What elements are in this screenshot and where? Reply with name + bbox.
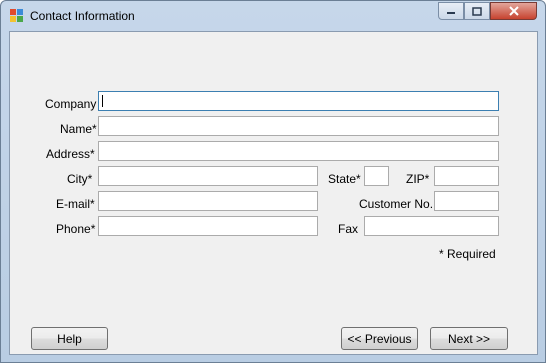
phone-input[interactable] <box>98 216 318 236</box>
text-caret <box>102 95 103 107</box>
title-bar[interactable]: Contact Information <box>1 1 545 32</box>
company-input[interactable] <box>98 91 499 111</box>
phone-label: Phone* <box>56 222 96 236</box>
name-label: Name* <box>60 122 97 136</box>
state-input[interactable] <box>364 166 389 186</box>
zip-input[interactable] <box>434 166 499 186</box>
email-input[interactable] <box>98 191 318 211</box>
maximize-button[interactable] <box>464 2 490 20</box>
fax-input[interactable] <box>364 216 499 236</box>
fax-label: Fax <box>338 222 359 236</box>
close-icon <box>508 6 519 16</box>
minimize-button[interactable] <box>438 2 464 20</box>
customer-no-input[interactable] <box>434 191 499 211</box>
app-icon <box>10 9 23 22</box>
close-button[interactable] <box>490 2 537 20</box>
customer-no-label: Customer No. <box>359 197 434 211</box>
email-label: E-mail* <box>56 197 95 211</box>
previous-button[interactable]: << Previous <box>341 327 418 350</box>
contact-information-window: Contact Information Company Name* Addres… <box>0 0 546 363</box>
maximize-icon <box>472 6 482 16</box>
company-label: Company <box>45 97 97 111</box>
name-input[interactable] <box>98 116 499 136</box>
zip-label: ZIP* <box>406 172 430 186</box>
city-input[interactable] <box>98 166 318 186</box>
city-label: City* <box>67 172 93 186</box>
help-button[interactable]: Help <box>31 327 108 350</box>
next-button[interactable]: Next >> <box>430 327 508 350</box>
address-input[interactable] <box>98 141 499 161</box>
minimize-icon <box>447 12 455 14</box>
window-title: Contact Information <box>30 9 135 23</box>
state-label: State* <box>328 172 361 186</box>
required-note: * Required <box>439 247 496 261</box>
address-label: Address* <box>46 147 95 161</box>
